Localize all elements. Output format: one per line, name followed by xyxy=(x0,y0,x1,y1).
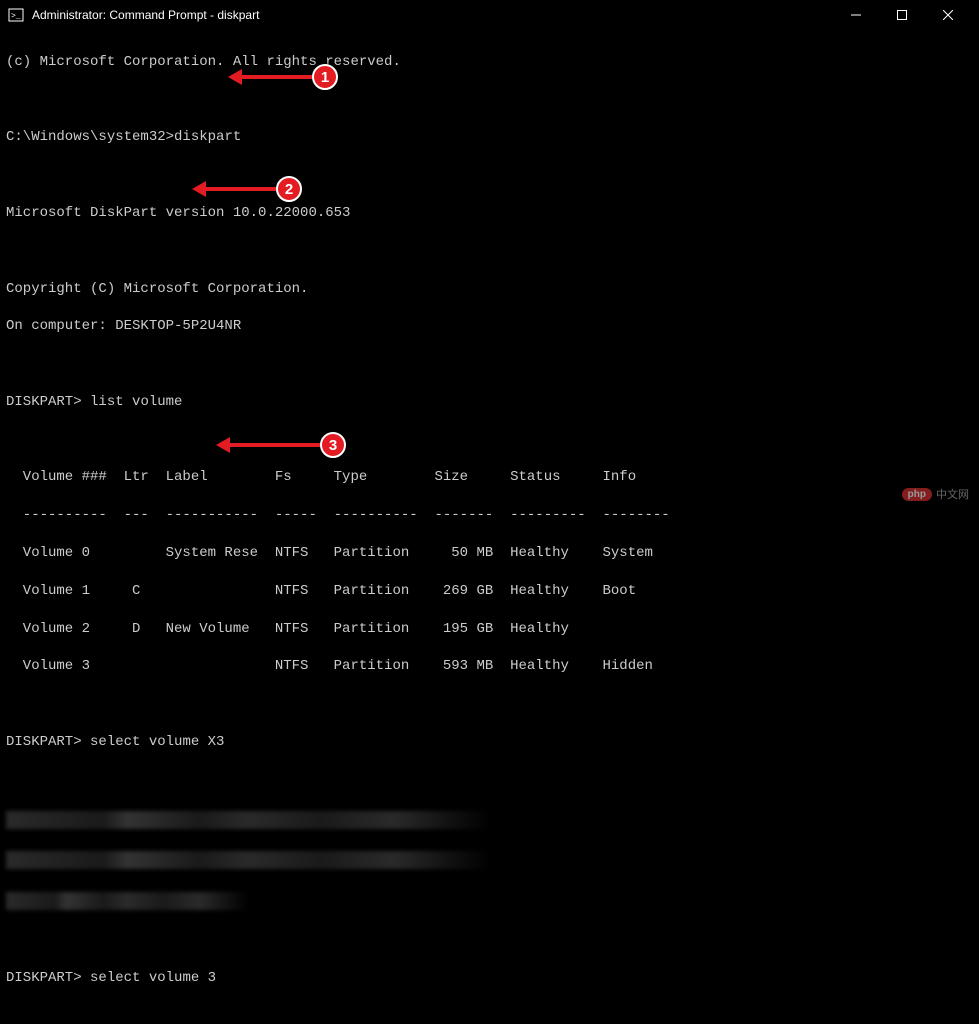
blank-line xyxy=(6,1007,973,1024)
watermark-text: 中文网 xyxy=(936,486,969,502)
blank-line xyxy=(6,695,973,714)
prompt-diskpart: C:\Windows\system32>diskpart xyxy=(6,128,973,147)
blank-line xyxy=(6,431,973,450)
table-row: Volume 3 NTFS Partition 593 MB Healthy H… xyxy=(6,657,973,676)
prompt-select-x3: DISKPART> select volume X3 xyxy=(6,733,973,752)
computer-name: On computer: DESKTOP-5P2U4NR xyxy=(6,317,973,336)
window-title: Administrator: Command Prompt - diskpart xyxy=(32,8,833,22)
redacted-output xyxy=(6,892,248,910)
table-divider: ---------- --- ----------- ----- -------… xyxy=(6,506,973,525)
copyright-ms: Copyright (C) Microsoft Corporation. xyxy=(6,280,973,299)
cmd-icon: >_ xyxy=(8,7,24,23)
prompt-list-volume: DISKPART> list volume xyxy=(6,393,973,412)
copyright-line: (c) Microsoft Corporation. All rights re… xyxy=(6,53,973,72)
blank-line xyxy=(6,91,973,110)
redacted-output xyxy=(6,811,490,829)
table-row: Volume 0 System Rese NTFS Partition 50 M… xyxy=(6,544,973,563)
svg-text:>_: >_ xyxy=(11,12,21,21)
window-controls xyxy=(833,0,971,30)
blank-line xyxy=(6,355,973,374)
terminal-output[interactable]: (c) Microsoft Corporation. All rights re… xyxy=(0,30,979,1024)
blank-line xyxy=(6,931,973,950)
table-header: Volume ### Ltr Label Fs Type Size Status… xyxy=(6,468,973,487)
prompt-select-3: DISKPART> select volume 3 xyxy=(6,969,973,988)
blank-line xyxy=(6,166,973,185)
maximize-button[interactable] xyxy=(879,0,925,30)
blank-line xyxy=(6,771,973,790)
window-titlebar: >_ Administrator: Command Prompt - diskp… xyxy=(0,0,979,30)
watermark: php 中文网 xyxy=(902,486,969,502)
close-button[interactable] xyxy=(925,0,971,30)
redacted-output xyxy=(6,851,490,869)
diskpart-version: Microsoft DiskPart version 10.0.22000.65… xyxy=(6,204,973,223)
minimize-button[interactable] xyxy=(833,0,879,30)
blank-line xyxy=(6,242,973,261)
watermark-badge: php xyxy=(902,488,932,501)
table-row: Volume 2 D New Volume NTFS Partition 195… xyxy=(6,620,973,639)
table-row: Volume 1 C NTFS Partition 269 GB Healthy… xyxy=(6,582,973,601)
